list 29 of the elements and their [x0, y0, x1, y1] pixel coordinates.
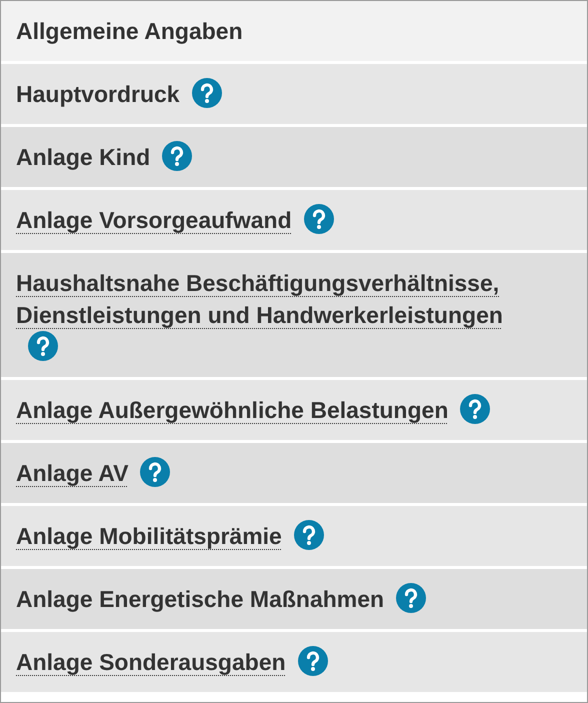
help-icon[interactable] — [28, 331, 58, 361]
help-icon[interactable] — [298, 646, 328, 676]
nav-item-label: Anlage Vorsorgeaufwand — [16, 206, 292, 235]
nav-item-label: Anlage Energetische Maßnahmen — [16, 585, 384, 614]
nav-item[interactable]: Anlage Kind — [1, 127, 587, 187]
nav-item[interactable]: Anlage Vorsorgeaufwand — [1, 190, 587, 250]
nav-item[interactable]: Anlage Sonderausgaben — [1, 632, 587, 692]
nav-item-label: Hauptvordruck — [16, 80, 180, 109]
nav-item[interactable]: Anlage Mobilitätsprämie — [1, 506, 587, 566]
help-icon[interactable] — [460, 394, 490, 424]
nav-item[interactable]: Anlage AV — [1, 443, 587, 503]
nav-item-label: Allgemeine Angaben — [16, 17, 243, 46]
help-icon[interactable] — [396, 583, 426, 613]
help-icon[interactable] — [304, 204, 334, 234]
nav-item[interactable]: Allgemeine Angaben — [1, 1, 587, 61]
nav-item[interactable]: Haushaltsnahe Beschäftigungsverhältnisse, Dienstleistungen und Handwerkerleistungen — [1, 253, 587, 377]
nav-item[interactable]: Anlage Energetische Maßnahmen — [1, 569, 587, 629]
help-icon[interactable] — [162, 141, 192, 171]
nav-item-label: Anlage Sonderausgaben — [16, 648, 286, 677]
nav-item-label: Anlage AV — [16, 459, 128, 488]
nav-item-label: Anlage Außergewöhnliche Belastungen — [16, 396, 448, 425]
help-icon[interactable] — [140, 457, 170, 487]
help-icon[interactable] — [192, 78, 222, 108]
nav-item-label: Anlage Mobilitätsprämie — [16, 522, 282, 551]
help-icon[interactable] — [294, 520, 324, 550]
nav-item-label: Anlage Kind — [16, 143, 150, 172]
nav-item[interactable]: Anlage Außergewöhnliche Belastungen — [1, 380, 587, 440]
nav-item-label: Haushaltsnahe Beschäftigungsverhältnisse, Dienstleistungen und Handwerkerleistungen — [16, 269, 504, 330]
nav-item[interactable]: Hauptvordruck — [1, 64, 587, 124]
